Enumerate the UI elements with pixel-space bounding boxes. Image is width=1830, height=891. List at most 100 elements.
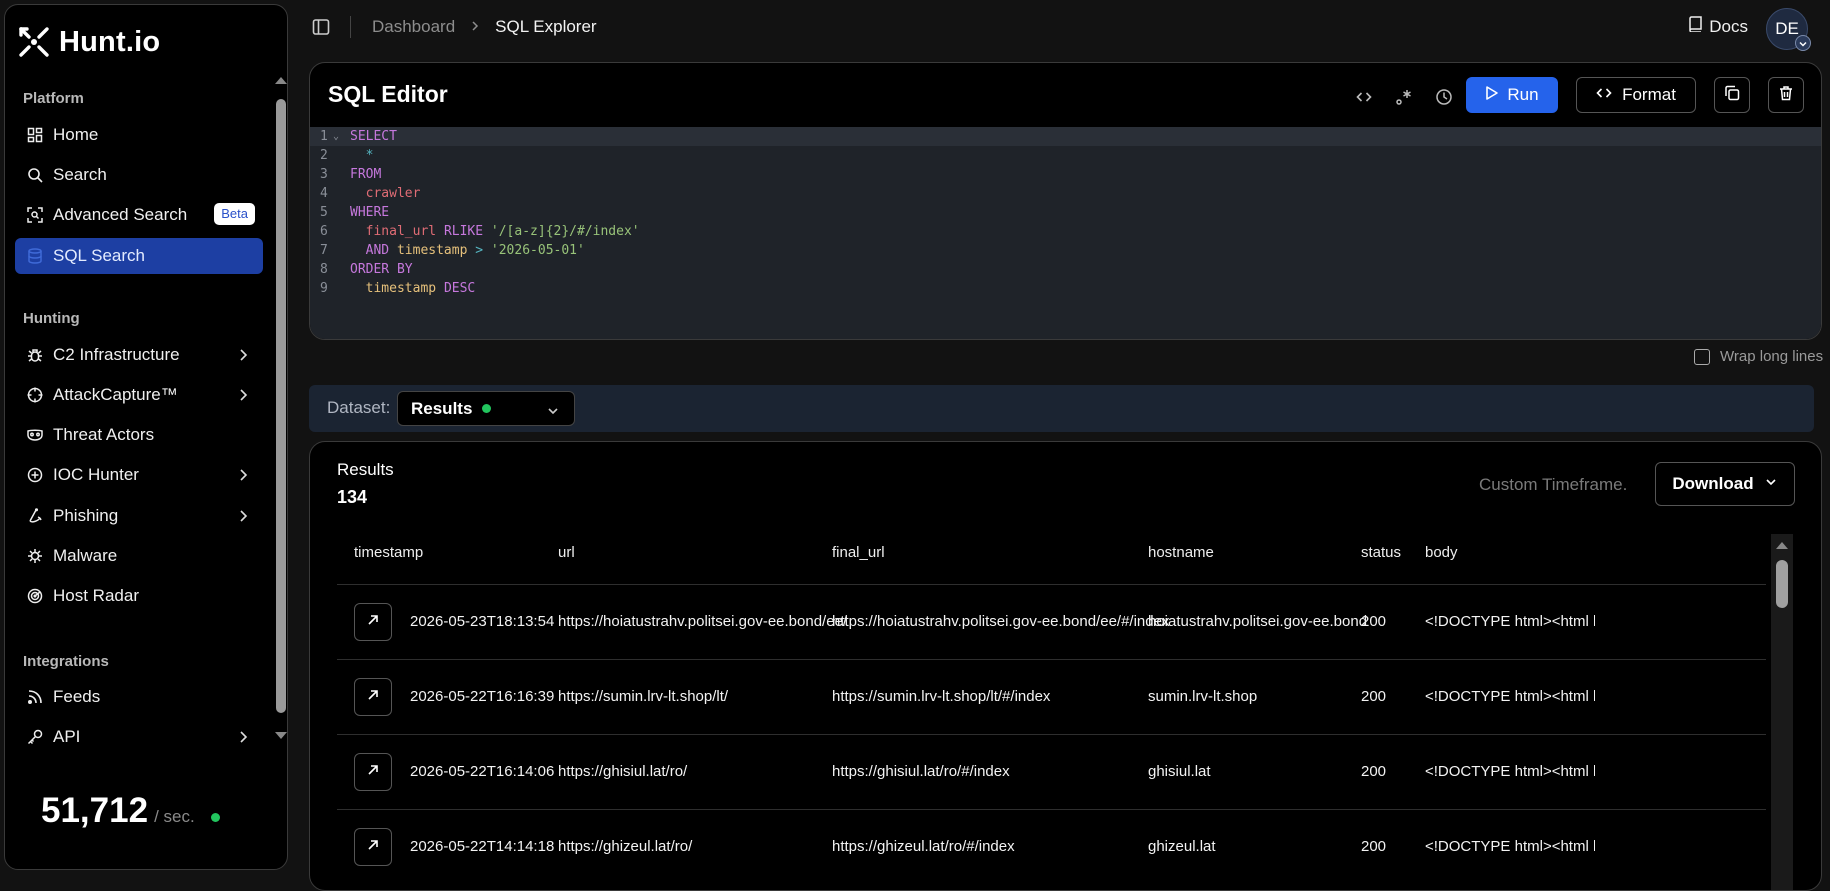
dataset-bar: Dataset: Results — [309, 385, 1814, 432]
docs-link[interactable]: Docs — [1688, 16, 1748, 37]
column-header-timestamp[interactable]: timestamp — [354, 534, 423, 572]
chevron-right-icon — [235, 508, 251, 524]
online-status-dot — [210, 813, 220, 822]
rate-counter-unit: / sec. — [154, 807, 195, 826]
code-text: crawler — [365, 186, 421, 201]
column-header-hostname[interactable]: hostname — [1148, 534, 1214, 572]
line-number: 7 — [320, 243, 328, 258]
sidebar-item-c2-infrastructure[interactable]: C2 Infrastructure — [15, 337, 263, 373]
cell-final-url: https://ghisiul.lat/ro/#/index — [832, 763, 1010, 780]
sidebar-scroll-thumb[interactable] — [276, 99, 286, 713]
line-number: 3 — [320, 167, 328, 182]
sidebar-item-api[interactable]: API — [15, 719, 263, 755]
code-line[interactable]: 1 ⌄ SELECT — [310, 127, 1821, 146]
breadcrumb-dashboard[interactable]: Dashboard — [372, 17, 455, 37]
avatar[interactable]: DE — [1766, 8, 1811, 51]
sidebar-item-label: AttackCapture™ — [53, 385, 178, 404]
sidebar-item-advanced-search[interactable]: Advanced Search Beta — [15, 197, 263, 233]
open-row-button[interactable] — [354, 753, 392, 791]
cell-final-url: https://hoiatustrahv.politsei.gov-ee.bon… — [832, 613, 1170, 630]
play-icon — [1485, 85, 1499, 106]
sidebar-item-home[interactable]: Home — [15, 117, 263, 153]
scroll-up-icon — [275, 77, 287, 84]
column-header-final-url[interactable]: final_url — [832, 534, 885, 572]
run-button[interactable]: Run — [1466, 77, 1558, 113]
sidebar-item-label: API — [53, 727, 81, 746]
code-line[interactable]: 6 final_url RLIKE '/[a-z]{2}/#/index' — [310, 222, 1821, 241]
sidebar-scrollbar[interactable] — [271, 69, 287, 755]
sql-editor-title: SQL Editor — [328, 81, 448, 107]
clear-button[interactable] — [1768, 77, 1804, 113]
open-row-button[interactable] — [354, 678, 392, 716]
cell-status: 200 — [1361, 763, 1387, 780]
dataset-selected-value: Results — [411, 398, 473, 418]
column-header-status[interactable]: status — [1361, 534, 1401, 572]
regex-icon[interactable] — [1390, 83, 1418, 111]
line-number: 2 — [320, 148, 328, 163]
sidebar-item-search[interactable]: Search — [15, 157, 263, 193]
sidebar-item-sql-search[interactable]: SQL Search — [15, 238, 263, 274]
open-row-button[interactable] — [354, 603, 392, 641]
sidebar-item-ioc-hunter[interactable]: IOC Hunter — [15, 457, 263, 493]
code-text: WHERE — [350, 205, 390, 220]
line-number: 4 — [320, 186, 328, 201]
sidebar-item-attackcapture[interactable]: AttackCapture™ — [15, 377, 263, 413]
table-row[interactable]: 2026-05-22T14:14:18 https://ghizeul.lat/… — [337, 809, 1766, 885]
cell-timestamp: 2026-05-23T18:13:54 — [410, 613, 555, 630]
sidebar-item-malware[interactable]: Malware — [15, 538, 263, 574]
logo[interactable]: Hunt.io — [17, 25, 160, 59]
wrap-long-lines-checkbox[interactable] — [1694, 348, 1710, 365]
code-text: ORDER BY — [350, 262, 413, 277]
sidebar-toggle-icon[interactable] — [312, 18, 330, 41]
code-text: FROM — [350, 167, 382, 182]
copy-icon — [1724, 85, 1740, 106]
fold-icon[interactable]: ⌄ — [333, 127, 339, 146]
table-row[interactable]: 2026-05-23T18:13:54 https://hoiatustrahv… — [337, 584, 1766, 660]
code-text: SELECT — [350, 129, 397, 144]
sidebar-item-threat-actors[interactable]: Threat Actors — [15, 417, 263, 453]
code-line[interactable]: 8 ORDER BY — [310, 260, 1821, 279]
dashboard-icon — [27, 127, 43, 143]
line-number: 6 — [320, 224, 328, 239]
history-icon[interactable] — [1430, 83, 1458, 111]
open-row-button[interactable] — [354, 828, 392, 866]
sidebar-item-host-radar[interactable]: Host Radar — [15, 578, 263, 614]
arrow-up-right-icon — [367, 613, 379, 631]
sidebar-item-phishing[interactable]: Phishing — [15, 498, 263, 534]
table-scrollbar[interactable] — [1771, 534, 1793, 890]
arrow-up-right-icon — [367, 688, 379, 706]
sidebar-item-label: Search — [53, 165, 107, 184]
download-button[interactable]: Download — [1655, 462, 1795, 506]
cell-body: <!DOCTYPE html><html la — [1425, 613, 1595, 630]
sidebar-item-label: SQL Search — [53, 246, 145, 265]
code-line[interactable]: 9 timestamp DESC — [310, 279, 1821, 298]
sql-code-editor[interactable]: 1 ⌄ SELECT 2 * 3 FROM 4 crawler 5 WHERE 6 final_u… — [310, 127, 1821, 339]
code-line[interactable]: 3 FROM — [310, 165, 1821, 184]
copy-button[interactable] — [1714, 77, 1750, 113]
arrow-up-right-icon — [367, 763, 379, 781]
column-header-body[interactable]: body — [1425, 534, 1458, 572]
beta-badge: Beta — [214, 203, 255, 225]
line-number: 9 — [320, 281, 328, 296]
column-header-url[interactable]: url — [558, 534, 575, 572]
code-line[interactable]: 4 crawler — [310, 184, 1821, 203]
sidebar-item-feeds[interactable]: Feeds — [15, 679, 263, 715]
dataset-select[interactable]: Results — [397, 391, 575, 426]
cell-url: https://hoiatustrahv.politsei.gov-ee.bon… — [558, 613, 848, 630]
table-row[interactable]: 2026-05-22T16:16:39 https://sumin.lrv-lt… — [337, 659, 1766, 735]
table-row[interactable]: 2026-05-22T16:14:06 https://ghisiul.lat/… — [337, 734, 1766, 810]
code-line[interactable]: 7 AND timestamp > '2026-05-01' — [310, 241, 1821, 260]
cell-timestamp: 2026-05-22T16:16:39 — [410, 688, 555, 705]
format-button[interactable]: Format — [1576, 77, 1696, 113]
table-scroll-thumb[interactable] — [1776, 560, 1788, 608]
code-line[interactable]: 2 * — [310, 146, 1821, 165]
cell-final-url: https://sumin.lrv-lt.shop/lt/#/index — [832, 688, 1051, 705]
sidebar-item-label: IOC Hunter — [53, 465, 139, 484]
timeframe-label: Custom Timeframe. — [1479, 475, 1628, 494]
code-view-icon[interactable] — [1350, 83, 1378, 111]
mask-icon — [27, 427, 43, 443]
sidebar-item-label: Home — [53, 125, 99, 144]
wrap-long-lines-label: Wrap long lines — [1720, 348, 1824, 365]
code-line[interactable]: 5 WHERE — [310, 203, 1821, 222]
wrap-long-lines-toggle[interactable]: Wrap long lines — [1694, 348, 1823, 365]
